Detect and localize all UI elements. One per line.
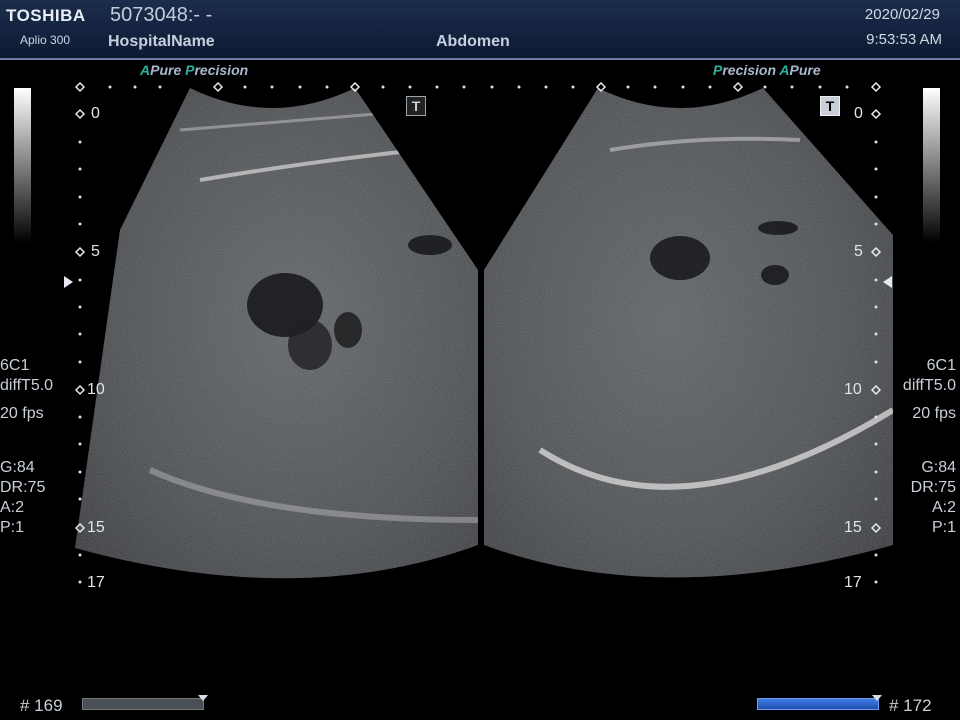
right-text-icon[interactable]: T	[820, 96, 840, 116]
mode-label: diffT5.0	[0, 377, 54, 394]
probe-label: 6C1	[0, 357, 30, 374]
left-cine-pointer-icon[interactable]	[198, 695, 208, 701]
dr-label: DR:75	[910, 479, 956, 496]
gain-label: G:84	[0, 459, 35, 476]
right-frame-number: # 172	[889, 696, 932, 715]
left-gain-params: G:84 DR:75 A:2 P:1	[0, 458, 45, 538]
left-depth-0: 0	[91, 105, 100, 122]
gain-label: G:84	[921, 459, 956, 476]
right-depth-5: 5	[854, 243, 863, 260]
a-label: A:2	[0, 499, 25, 516]
right-ultrasound-image	[484, 88, 893, 578]
mode-label: diffT5.0	[902, 377, 956, 394]
top-scale-dots	[108, 85, 849, 89]
a-label: A:2	[931, 499, 956, 516]
right-depth-15: 15	[844, 519, 862, 536]
right-depth-17: 17	[844, 574, 862, 591]
left-depth-10: 10	[87, 381, 105, 398]
right-cine-pointer-icon[interactable]	[872, 695, 882, 701]
left-cine-slider[interactable]	[82, 698, 204, 710]
left-focus-marker-icon	[64, 276, 73, 288]
left-depth-15: 15	[87, 519, 105, 536]
left-ultrasound-image	[75, 88, 478, 579]
right-depth-0: 0	[854, 105, 863, 122]
left-text-icon[interactable]: T	[406, 96, 426, 116]
right-grayscale-bar	[923, 88, 940, 243]
right-probe-params: 6C1 diffT5.0 20 fps	[903, 356, 956, 424]
left-depth-5: 5	[91, 243, 100, 260]
right-gain-params: G:84 DR:75 A:2 P:1	[911, 458, 956, 538]
p-label: P:1	[0, 519, 25, 536]
left-grayscale-bar	[14, 88, 31, 243]
probe-label: 6C1	[926, 357, 956, 374]
right-depth-10: 10	[844, 381, 862, 398]
fps-label: 20 fps	[0, 405, 44, 422]
ultrasound-viewport	[64, 81, 893, 584]
fps-label: 20 fps	[912, 405, 956, 422]
right-cine-slider[interactable]	[757, 698, 879, 710]
left-depth-17: 17	[87, 574, 105, 591]
left-preset-label: APure Precision	[140, 62, 249, 78]
dr-label: DR:75	[0, 479, 46, 496]
left-probe-params: 6C1 diffT5.0 20 fps	[0, 356, 53, 424]
p-label: P:1	[931, 519, 956, 536]
left-frame-number: # 169	[20, 696, 63, 715]
right-preset-label: Precision APure	[713, 62, 821, 78]
